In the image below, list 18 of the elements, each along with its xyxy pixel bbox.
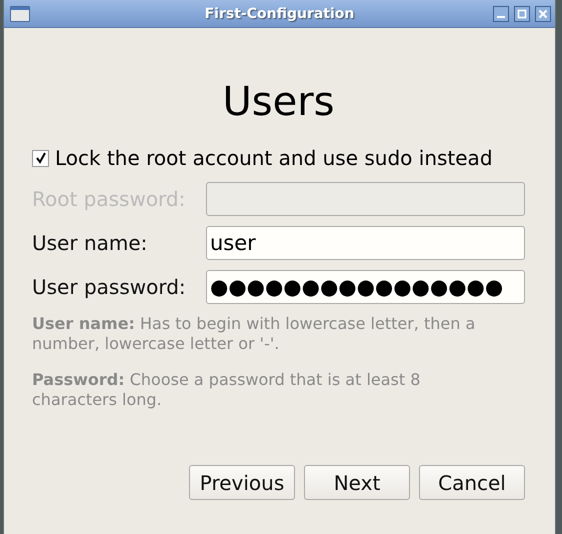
checkbox-label: Lock the root account and use sudo instead xyxy=(55,146,493,170)
dialog-button[interactable]: Previous xyxy=(189,465,295,500)
window-title: First-Configuration xyxy=(204,6,354,22)
field-label: User name: xyxy=(32,231,148,255)
page-heading: Users xyxy=(221,78,336,126)
hint-text: Password: Choose a password that is at least 8 characters long. xyxy=(32,370,422,410)
lock-root-checkbox[interactable] xyxy=(32,150,49,166)
hint-text: User name: Has to begin with lowercase letter, then a number, lowercase letter or '-'. xyxy=(32,314,476,354)
dialog-button[interactable]: Cancel xyxy=(419,465,525,500)
input-field[interactable]: user xyxy=(206,226,525,260)
maximize-icon[interactable] xyxy=(514,6,530,22)
dialog-button[interactable]: Next xyxy=(304,465,410,500)
close-icon[interactable] xyxy=(535,6,551,22)
input-field[interactable] xyxy=(206,182,525,216)
input-field[interactable]: ●●●●●●●●●●●●●●●● xyxy=(206,270,525,304)
field-label: User password: xyxy=(32,275,187,299)
minimize-icon[interactable] xyxy=(493,6,509,22)
window-icon xyxy=(10,6,30,22)
